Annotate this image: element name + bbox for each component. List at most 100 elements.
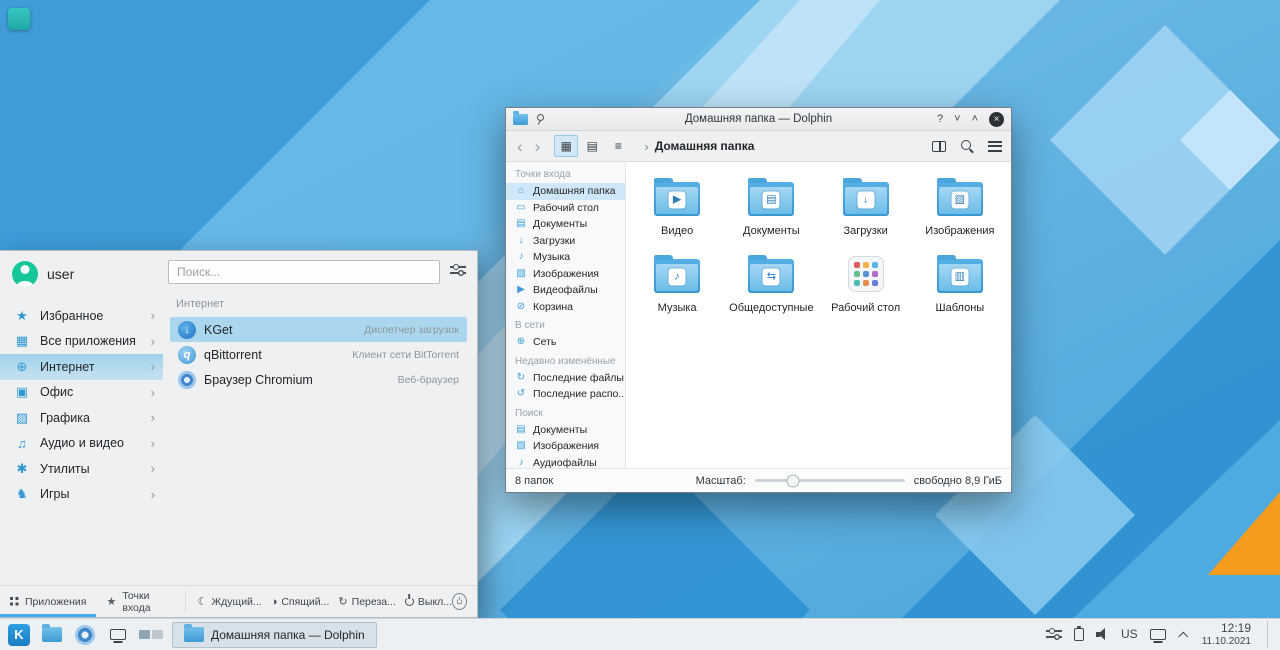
zoom-slider-handle[interactable]: [786, 474, 799, 487]
desktop-2-button[interactable]: [152, 630, 163, 639]
folder-item-public[interactable]: ⇆ Общедоступные: [724, 253, 818, 314]
folder-item-video[interactable]: ▶ Видео: [630, 176, 724, 237]
folder-item-music[interactable]: ♪ Музыка: [630, 253, 724, 314]
icons-view-button[interactable]: ▦: [554, 135, 578, 157]
category-games[interactable]: ♞ Игры ›: [0, 482, 163, 508]
place-network[interactable]: ⊕ Сеть: [506, 334, 625, 351]
folder-icon: [184, 627, 204, 642]
app-section-title: Интернет: [170, 291, 467, 317]
shutdown-button[interactable]: Выкл...: [405, 596, 452, 608]
clipboard-icon[interactable]: [1074, 628, 1084, 641]
search-icon[interactable]: [960, 139, 974, 153]
place-search-audio[interactable]: ♪ Аудиофайлы: [506, 455, 625, 469]
forward-button[interactable]: ›: [533, 138, 543, 155]
place-desktop[interactable]: ▭ Рабочий стол: [506, 200, 625, 217]
app-item-qbittorrent[interactable]: q qBittorrent Клиент сети BitTorrent: [170, 342, 467, 367]
zoom-slider[interactable]: [755, 479, 905, 482]
virtual-desktop-pager: [139, 630, 163, 639]
app-item-chromium[interactable]: Браузер Chromium Веб-браузер: [170, 367, 467, 392]
category-favorites[interactable]: ★ Избранное ›: [0, 303, 163, 329]
places-section-title: Недавно изменённые: [506, 351, 625, 370]
category-graphics[interactable]: ▨ Графика ›: [0, 405, 163, 431]
category-multimedia[interactable]: ♫ Аудио и видео ›: [0, 431, 163, 457]
application-launcher-button[interactable]: K: [7, 623, 31, 647]
help-button[interactable]: ?: [937, 114, 943, 125]
folder-item-desktop[interactable]: Рабочий стол: [819, 253, 913, 314]
suspend-button[interactable]: ☾ Ждущий...: [198, 595, 262, 608]
submenu-arrow-icon: ›: [151, 461, 155, 476]
place-recent-locations[interactable]: ↺ Последние распо...: [506, 386, 625, 403]
split-view-icon[interactable]: [932, 141, 946, 152]
close-button[interactable]: ×: [989, 112, 1004, 127]
place-music[interactable]: ♪ Музыка: [506, 249, 625, 266]
category-internet[interactable]: ⊕ Интернет ›: [0, 354, 163, 380]
user-avatar[interactable]: [12, 261, 38, 287]
folder-item-documents[interactable]: ▤ Документы: [724, 176, 818, 237]
submenu-arrow-icon: ›: [151, 359, 155, 374]
volume-icon[interactable]: [1096, 628, 1109, 640]
place-documents[interactable]: ▤ Документы: [506, 216, 625, 233]
category-all-applications[interactable]: ▦ Все приложения ›: [0, 329, 163, 355]
tab-applications[interactable]: Приложения: [0, 586, 96, 617]
search-input[interactable]: [168, 260, 440, 284]
recent-locations-icon: ↺: [515, 389, 527, 399]
launcher-footer: Приложения ★ Точки входа ☾ Ждущий... ◑ С…: [0, 585, 477, 617]
search-filter-icon[interactable]: [450, 264, 466, 276]
hibernate-button[interactable]: ◑ Спящий...: [271, 596, 330, 608]
templates-emblem-icon: ▥: [951, 269, 968, 286]
video-emblem-icon: ▶: [669, 192, 686, 209]
launcher-search: [168, 260, 440, 284]
titlebar[interactable]: Домашняя папка — Dolphin ? ˅ ˄ ×: [506, 108, 1011, 131]
app-item-kget[interactable]: ↓ KGet Диспетчер загрузок: [170, 317, 467, 342]
category-utilities[interactable]: ✱ Утилиты ›: [0, 456, 163, 482]
task-button-dolphin[interactable]: Домашняя папка — Dolphin: [172, 622, 377, 648]
place-search-documents[interactable]: ▤ Документы: [506, 422, 625, 439]
toolbar: ‹ › ▦ ▤ ≡ › Домашняя папка: [506, 131, 1011, 162]
folder-count: 8 папок: [515, 475, 553, 487]
folder-item-templates[interactable]: ▥ Шаблоны: [913, 253, 1007, 314]
place-home[interactable]: ⌂ Домашняя папка: [506, 183, 625, 200]
place-images[interactable]: ▧ Изображения: [506, 266, 625, 283]
system-monitor-button[interactable]: [106, 623, 130, 647]
settings-tray-icon[interactable]: [1046, 628, 1062, 640]
desktop-1-button[interactable]: [139, 630, 150, 639]
maximize-button[interactable]: ˄: [972, 114, 978, 125]
restart-button[interactable]: ↻ Переза...: [338, 595, 395, 608]
applications-tab-icon: [10, 597, 19, 606]
desktop-icon: ▭: [515, 203, 527, 213]
hamburger-menu-icon[interactable]: [988, 141, 1002, 152]
documents-emblem-icon: ▤: [763, 192, 780, 209]
folder-item-images[interactable]: ▧ Изображения: [913, 176, 1007, 237]
show-desktop-button[interactable]: [1267, 621, 1273, 647]
minimize-button[interactable]: ˅: [954, 114, 960, 125]
chromium-icon: [75, 625, 95, 645]
desktop-shortcut-icon[interactable]: [8, 8, 30, 30]
place-trash[interactable]: ⊘ Корзина: [506, 299, 625, 316]
place-recent-files[interactable]: ↻ Последние файлы: [506, 370, 625, 387]
display-tray-icon[interactable]: [1150, 629, 1166, 640]
folder-item-downloads[interactable]: ↓ Загрузки: [819, 176, 913, 237]
tab-places[interactable]: ★ Точки входа: [96, 586, 180, 617]
toolbar-right: [932, 139, 1002, 153]
leave-button[interactable]: [452, 593, 467, 610]
file-manager-button[interactable]: [40, 623, 64, 647]
details-view-button[interactable]: ≡: [606, 135, 630, 157]
network-icon: ⊕: [515, 337, 527, 347]
back-button[interactable]: ‹: [515, 138, 525, 155]
compact-view-button[interactable]: ▤: [580, 135, 604, 157]
breadcrumb-current[interactable]: Домашняя папка: [655, 139, 755, 153]
desktop-folder-icon: [848, 256, 884, 292]
dolphin-window: Домашняя папка — Dolphin ? ˅ ˄ × ‹ › ▦ ▤…: [505, 107, 1012, 493]
chromium-button[interactable]: [73, 623, 97, 647]
expand-tray-icon[interactable]: [1178, 630, 1188, 639]
place-search-images[interactable]: ▧ Изображения: [506, 438, 625, 455]
pin-icon[interactable]: [535, 114, 544, 125]
place-downloads[interactable]: ↓ Загрузки: [506, 233, 625, 250]
submenu-arrow-icon: ›: [151, 436, 155, 451]
folder-icon: [42, 627, 62, 642]
category-office[interactable]: ▣ Офис ›: [0, 380, 163, 406]
place-videos[interactable]: ▶ Видеофайлы: [506, 282, 625, 299]
keyboard-layout-indicator[interactable]: US: [1121, 627, 1138, 641]
digital-clock[interactable]: 12:19 11.10.2021: [1202, 621, 1251, 647]
public-emblem-icon: ⇆: [763, 269, 780, 286]
